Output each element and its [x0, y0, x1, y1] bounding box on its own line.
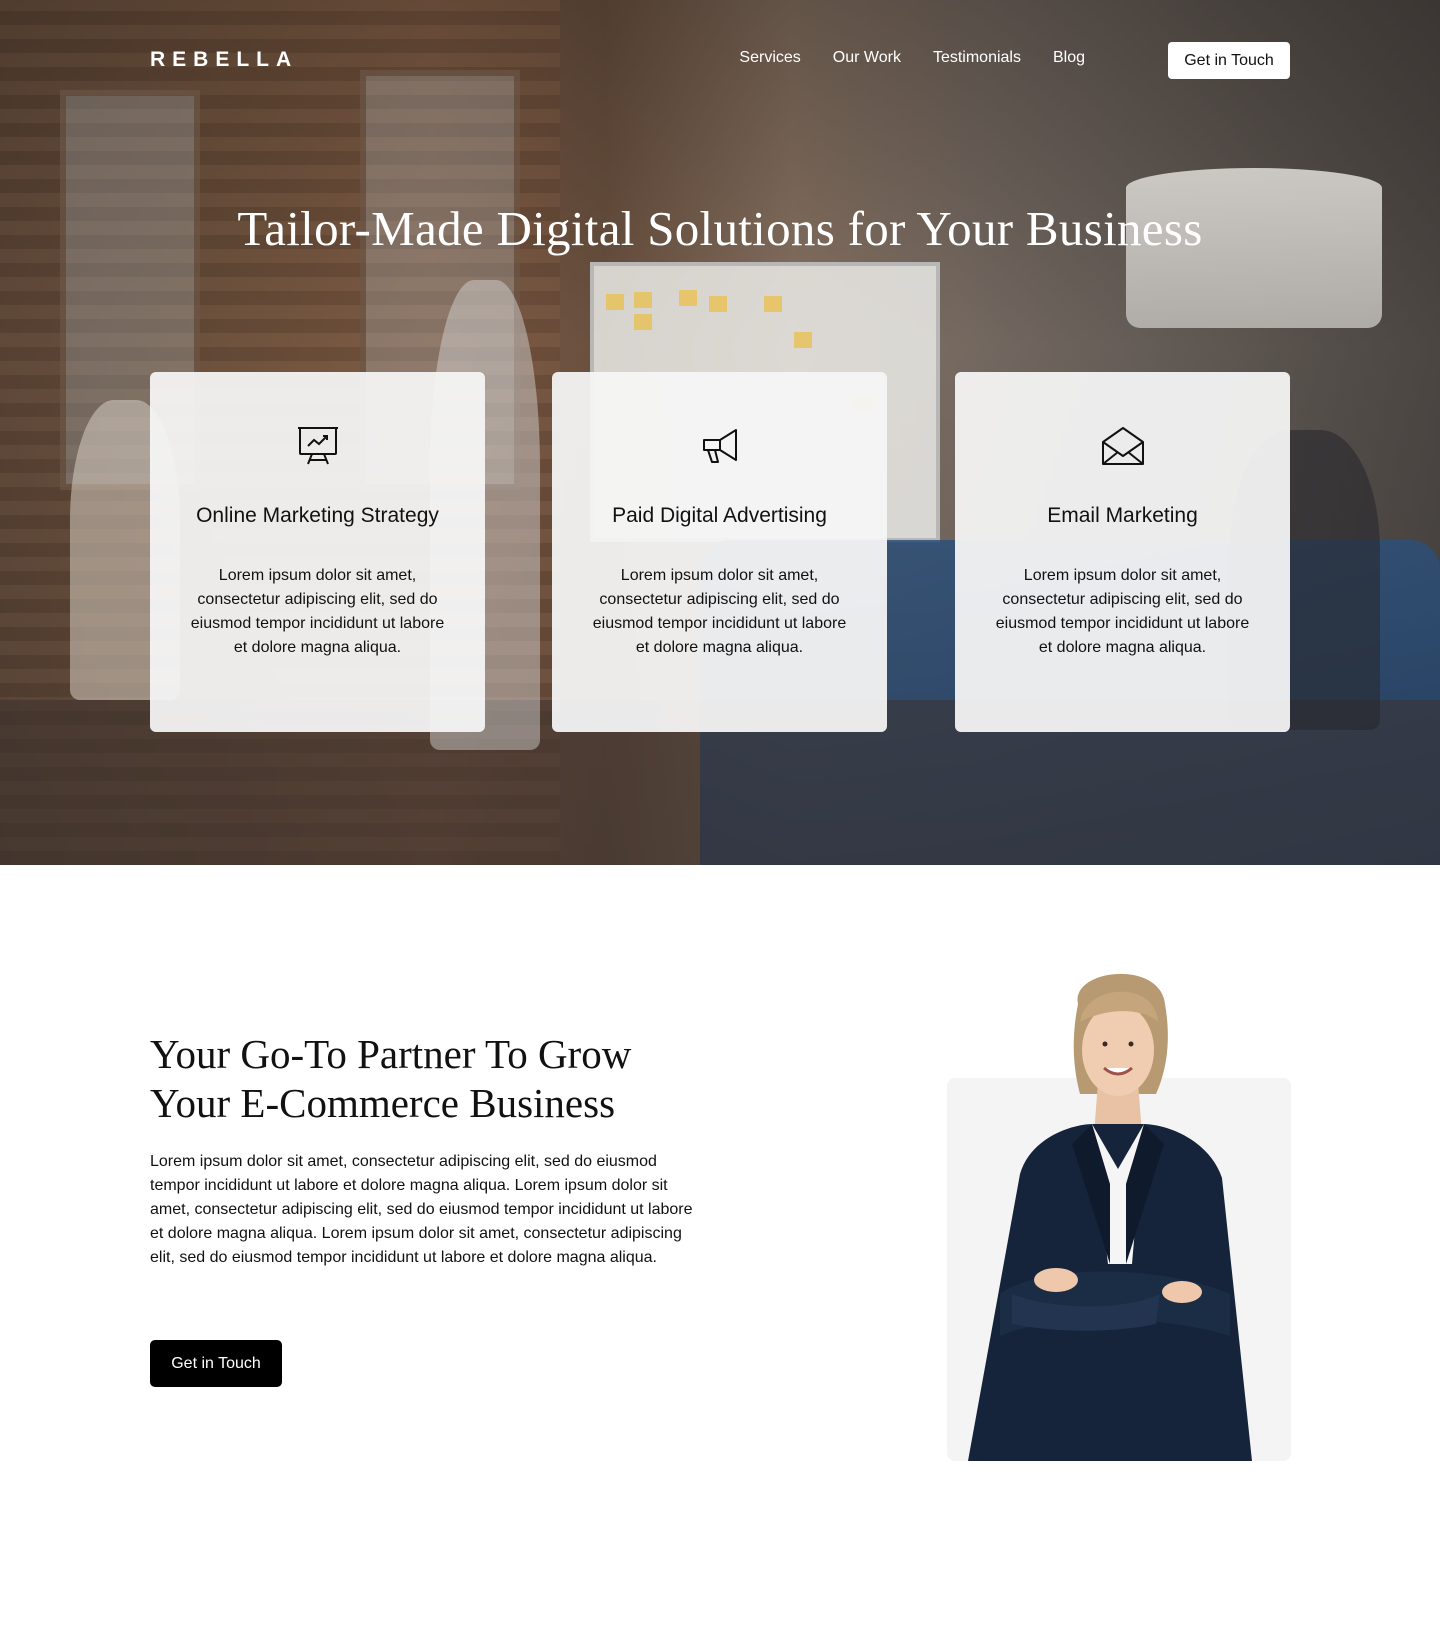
partner-text: Lorem ipsum dolor sit amet, consectetur …: [150, 1153, 693, 1266]
top-navigation: REBELLA Services Our Work Testimonials B…: [0, 40, 1440, 79]
presentation-chart-icon: [150, 424, 485, 470]
service-card-text: Lorem ipsum dolor sit amet, consectetur …: [190, 567, 445, 656]
nav-link-testimonials[interactable]: Testimonials: [933, 49, 1021, 67]
service-card-paid-advertising[interactable]: Paid Digital Advertising Lorem ipsum dol…: [552, 372, 887, 732]
hero-title: Tailor-Made Digital Solutions for Your B…: [237, 201, 1203, 256]
service-card-online-marketing[interactable]: Online Marketing Strategy Lorem ipsum do…: [150, 372, 485, 732]
nav-links: Services Our Work Testimonials Blog: [739, 49, 1085, 67]
megaphone-icon: [552, 424, 887, 470]
partner-title: Your Go-To Partner To Grow Your E-Commer…: [150, 1031, 632, 1126]
service-card-title: Paid Digital Advertising: [612, 504, 827, 527]
service-card-email-marketing[interactable]: Email Marketing Lorem ipsum dolor sit am…: [955, 372, 1290, 732]
service-card-text: Lorem ipsum dolor sit amet, consectetur …: [995, 567, 1250, 656]
nav-link-our-work[interactable]: Our Work: [833, 49, 901, 67]
hero-section: REBELLA Services Our Work Testimonials B…: [0, 0, 1440, 865]
partner-get-in-touch-button[interactable]: Get in Touch: [150, 1340, 282, 1387]
nav-link-services[interactable]: Services: [739, 49, 800, 67]
services-cards: Online Marketing Strategy Lorem ipsum do…: [150, 372, 1290, 732]
brand-logo[interactable]: REBELLA: [150, 48, 298, 72]
businesswoman-portrait: [968, 973, 1252, 1461]
open-envelope-icon: [955, 424, 1290, 470]
nav-link-blog[interactable]: Blog: [1053, 49, 1085, 67]
nav-get-in-touch-button[interactable]: Get in Touch: [1168, 42, 1290, 79]
service-card-title: Email Marketing: [1047, 504, 1198, 527]
service-card-text: Lorem ipsum dolor sit amet, consectetur …: [592, 567, 847, 656]
service-card-title: Online Marketing Strategy: [196, 504, 439, 527]
